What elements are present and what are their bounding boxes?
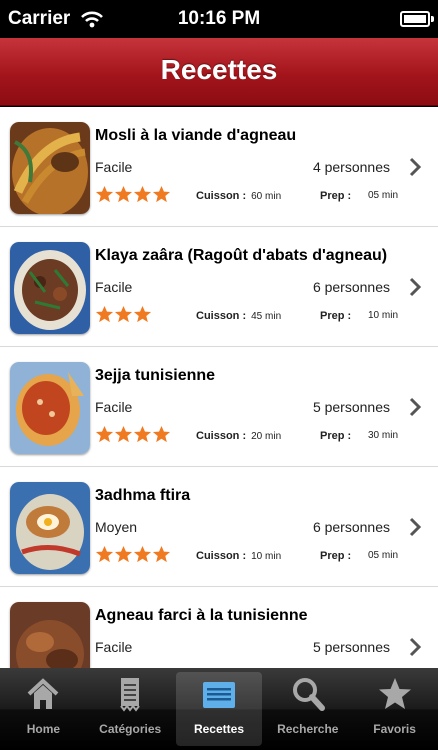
recipe-thumbnail	[10, 122, 90, 214]
recipe-servings: 5 personnes	[312, 399, 390, 415]
recipes-icon	[202, 682, 235, 708]
star-icon	[95, 425, 114, 443]
cooking-time-value: 60 min	[251, 191, 282, 202]
prep-time-value: 30 min	[367, 430, 398, 441]
prep-time: Prep : 05 min	[320, 190, 398, 202]
recipe-list[interactable]: Mosli à la viande d'agneau Facile 4 pers…	[0, 107, 438, 668]
battery-icon	[400, 11, 434, 27]
tab-categories-label: Catégories	[99, 722, 162, 736]
star-icon	[114, 305, 133, 323]
star-icon	[133, 185, 152, 203]
cooking-time-label: Cuisson :	[196, 550, 247, 562]
chevron-right-icon	[409, 637, 422, 657]
search-icon	[292, 678, 325, 711]
recipe-thumbnail	[10, 362, 90, 454]
prep-time-label: Prep :	[320, 190, 352, 202]
recipe-difficulty: Facile	[95, 639, 133, 655]
home-icon	[28, 678, 59, 709]
star-icon	[133, 545, 152, 563]
chevron-right-icon	[409, 277, 422, 297]
recipe-difficulty: Facile	[95, 279, 133, 295]
prep-time-value: 05 min	[367, 190, 398, 201]
rating-stars	[95, 185, 171, 205]
tab-home[interactable]: Home	[0, 668, 87, 750]
recipe-difficulty: Facile	[95, 399, 133, 415]
prep-time-label: Prep :	[320, 430, 352, 442]
recipe-row[interactable]: 3ejja tunisienne Facile 5 personnes Cuis…	[0, 347, 438, 467]
cooking-time-label: Cuisson :	[196, 430, 247, 442]
cooking-time: Cuisson : 20 min	[196, 430, 281, 442]
navigation-bar: Recettes	[0, 38, 438, 106]
recipe-thumbnail	[10, 242, 90, 334]
star-icon	[95, 185, 114, 203]
recipe-row[interactable]: Agneau farci à la tunisienne Facile 5 pe…	[0, 587, 438, 668]
recipe-servings: 4 personnes	[312, 159, 390, 175]
cooking-time: Cuisson : 10 min	[196, 550, 281, 562]
star-icon	[133, 425, 152, 443]
tab-favorites-label: Favoris	[373, 722, 416, 736]
recipe-title: Agneau farci à la tunisienne	[95, 607, 308, 624]
recipe-title: 3adhma ftira	[95, 487, 191, 504]
star-icon	[95, 305, 114, 323]
prep-time-label: Prep :	[320, 310, 352, 322]
recipe-difficulty: Facile	[95, 159, 133, 175]
rating-stars	[95, 545, 171, 565]
chevron-right-icon	[409, 517, 422, 537]
categories-icon	[120, 678, 140, 712]
chevron-right-icon	[409, 397, 422, 417]
cooking-time-value: 10 min	[251, 551, 282, 562]
recipe-row[interactable]: Klaya zaâra (Ragoût d'abats d'agneau) Fa…	[0, 227, 438, 347]
cooking-time-value: 45 min	[251, 311, 282, 322]
cooking-time: Cuisson : 60 min	[196, 190, 281, 202]
star-icon	[95, 545, 114, 563]
star-icon	[114, 185, 133, 203]
prep-time-value: 05 min	[367, 550, 398, 561]
recipe-thumbnail	[10, 602, 90, 668]
rating-stars	[95, 425, 171, 445]
recipe-row[interactable]: 3adhma ftira Moyen 6 personnes Cuisson :…	[0, 467, 438, 587]
tab-recipes-label: Recettes	[193, 722, 244, 736]
recipe-row[interactable]: Mosli à la viande d'agneau Facile 4 pers…	[0, 107, 438, 227]
recipe-title: Klaya zaâra (Ragoût d'abats d'agneau)	[95, 247, 388, 264]
page-title: Recettes	[160, 54, 278, 85]
star-icon	[152, 545, 171, 563]
cooking-time-value: 20 min	[251, 431, 282, 442]
clock: 10:16 PM	[177, 8, 261, 29]
star-icon	[114, 425, 133, 443]
rating-stars	[95, 305, 152, 325]
prep-time-label: Prep :	[320, 550, 352, 562]
chevron-right-icon	[409, 157, 422, 177]
tab-favorites[interactable]: Favoris	[351, 668, 438, 750]
recipe-title: Mosli à la viande d'agneau	[95, 127, 297, 144]
cooking-time-label: Cuisson :	[196, 310, 247, 322]
tab-recipes[interactable]: Recettes	[175, 672, 263, 746]
cooking-time: Cuisson : 45 min	[196, 310, 281, 322]
tab-home-label: Home	[26, 722, 61, 736]
status-bar: Carrier 10:16 PM	[0, 0, 438, 38]
star-icon	[152, 425, 171, 443]
tab-categories[interactable]: Catégories	[87, 668, 174, 750]
tab-search[interactable]: Recherche	[264, 668, 351, 750]
prep-time: Prep : 30 min	[320, 430, 398, 442]
recipe-servings: 6 personnes	[312, 279, 390, 295]
recipe-servings: 5 personnes	[312, 639, 390, 655]
tab-bar: Home Catégories Recettes Recherche Favor…	[0, 668, 438, 750]
star-icon	[133, 305, 152, 323]
prep-time-value: 10 min	[367, 310, 398, 321]
star-icon	[114, 545, 133, 563]
tab-search-label: Recherche	[277, 722, 339, 736]
star-icon	[378, 678, 411, 709]
prep-time: Prep : 10 min	[320, 310, 398, 322]
star-icon	[152, 185, 171, 203]
recipe-difficulty: Moyen	[95, 519, 138, 535]
recipe-title: 3ejja tunisienne	[95, 367, 216, 384]
cooking-time-label: Cuisson :	[196, 190, 247, 202]
recipe-servings: 6 personnes	[312, 519, 390, 535]
recipe-thumbnail	[10, 482, 90, 574]
prep-time: Prep : 05 min	[320, 550, 398, 562]
